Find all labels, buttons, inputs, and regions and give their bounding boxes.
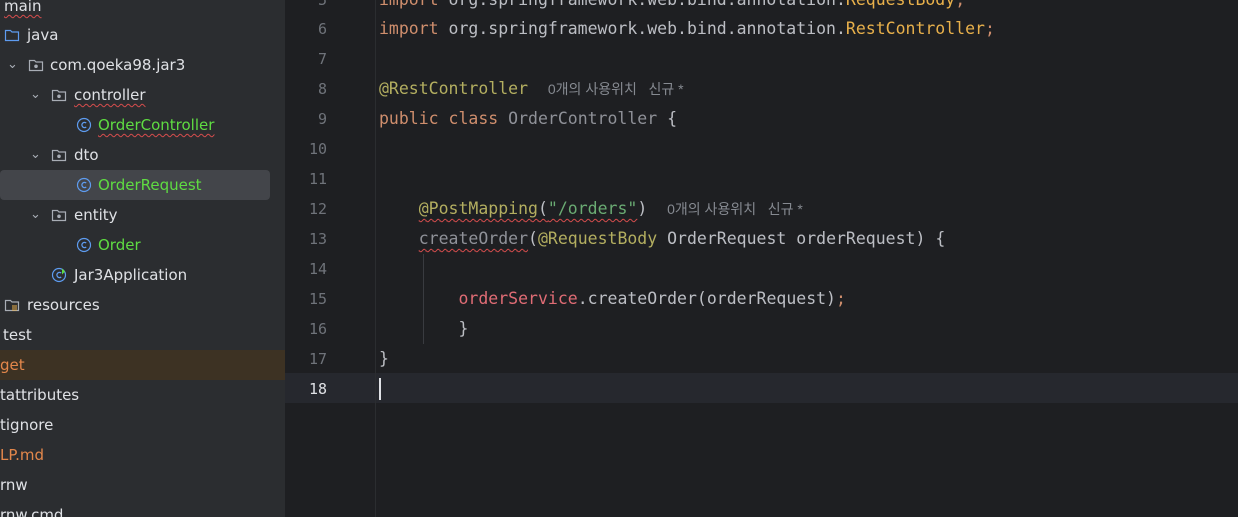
line-number: 8 bbox=[317, 80, 327, 98]
gutter-divider bbox=[375, 0, 376, 517]
line-number: 6 bbox=[317, 20, 327, 38]
tree-item-label: rnw bbox=[0, 476, 28, 494]
tree-item-entity[interactable]: ⌄ entity bbox=[0, 200, 285, 230]
current-line-highlight bbox=[285, 373, 1238, 403]
tree-item-label: entity bbox=[74, 206, 118, 224]
project-tree-panel: main java ⌄ com.qoeka98.jar3 ⌄ controlle… bbox=[0, 0, 285, 517]
source-folder-icon bbox=[4, 29, 20, 42]
tree-item-package-root[interactable]: ⌄ com.qoeka98.jar3 bbox=[0, 50, 285, 80]
new-author-hint[interactable]: 신규 * bbox=[768, 201, 803, 217]
tree-item-label: tattributes bbox=[0, 386, 80, 404]
tree-item-jar3application[interactable]: Jar3Application bbox=[0, 260, 285, 290]
tree-item-gitignore[interactable]: tignore bbox=[0, 410, 285, 440]
tree-item-label: LP.md bbox=[0, 446, 44, 464]
tree-item-controller[interactable]: ⌄ controller bbox=[0, 80, 285, 110]
spring-boot-class-icon bbox=[51, 267, 67, 283]
code-line-6[interactable]: import org.springframework.web.bind.anno… bbox=[379, 14, 995, 44]
line-number: 9 bbox=[317, 110, 327, 128]
code-line-17[interactable]: } bbox=[379, 344, 389, 374]
tree-item-label: get bbox=[0, 356, 25, 374]
tree-item-label: main bbox=[4, 0, 42, 15]
code-line-16[interactable]: } bbox=[379, 314, 468, 344]
tree-item-java[interactable]: java bbox=[0, 20, 285, 50]
chevron-down-icon[interactable]: ⌄ bbox=[30, 140, 41, 170]
line-number: 5 bbox=[317, 0, 327, 9]
tree-item-gitattributes[interactable]: tattributes bbox=[0, 380, 285, 410]
class-icon bbox=[76, 177, 92, 193]
tree-item-label: test bbox=[3, 326, 32, 344]
tree-item-target[interactable]: get bbox=[0, 350, 285, 380]
tree-item-label: controller bbox=[74, 86, 146, 104]
tree-item-help-md[interactable]: LP.md bbox=[0, 440, 285, 470]
tree-item-label: Jar3Application bbox=[74, 266, 188, 284]
tree-item-ordercontroller[interactable]: OrderController bbox=[0, 110, 285, 140]
code-line-15[interactable]: orderService.createOrder(orderRequest); bbox=[379, 284, 845, 314]
line-number: 15 bbox=[308, 290, 327, 308]
tree-item-label: resources bbox=[27, 296, 100, 314]
line-number: 7 bbox=[317, 50, 327, 68]
tree-item-resources[interactable]: resources bbox=[0, 290, 285, 320]
line-number: 16 bbox=[308, 320, 327, 338]
tree-item-mvnw-cmd[interactable]: rnw.cmd bbox=[0, 500, 285, 517]
line-number: 10 bbox=[308, 140, 327, 158]
tree-item-label: rnw.cmd bbox=[0, 506, 64, 517]
resources-folder-icon bbox=[4, 299, 20, 312]
line-number: 13 bbox=[308, 230, 327, 248]
tree-item-label: tignore bbox=[0, 416, 54, 434]
line-number-current: 18 bbox=[308, 380, 327, 398]
line-number: 12 bbox=[308, 200, 327, 218]
package-folder-icon bbox=[28, 59, 44, 72]
class-icon bbox=[76, 237, 92, 253]
line-number: 14 bbox=[308, 260, 327, 278]
package-folder-icon bbox=[51, 89, 67, 102]
code-line-12[interactable]: @PostMapping("/orders") 0개의 사용위치 신규 * bbox=[379, 194, 803, 224]
tree-item-orderrequest[interactable]: OrderRequest bbox=[0, 170, 270, 200]
package-folder-icon bbox=[51, 149, 67, 162]
text-caret bbox=[379, 378, 381, 400]
tree-item-mvnw[interactable]: rnw bbox=[0, 470, 285, 500]
chevron-down-icon[interactable]: ⌄ bbox=[7, 50, 18, 80]
chevron-down-icon[interactable]: ⌄ bbox=[30, 80, 41, 110]
package-folder-icon bbox=[51, 209, 67, 222]
line-number: 11 bbox=[308, 170, 327, 188]
tree-item-order[interactable]: Order bbox=[0, 230, 285, 260]
usages-hint[interactable]: 0개의 사용위치 bbox=[667, 201, 756, 217]
code-line-8[interactable]: @RestController 0개의 사용위치 신규 * bbox=[379, 74, 684, 104]
tree-item-main[interactable]: main bbox=[0, 0, 285, 21]
tree-item-label: com.qoeka98.jar3 bbox=[50, 56, 186, 74]
usages-hint[interactable]: 0개의 사용위치 bbox=[548, 81, 637, 97]
class-icon bbox=[76, 117, 92, 133]
new-author-hint[interactable]: 신규 * bbox=[649, 81, 684, 97]
tree-item-label: dto bbox=[74, 146, 99, 164]
tree-item-label: java bbox=[27, 26, 59, 44]
tree-item-label: Order bbox=[98, 236, 141, 254]
line-number: 17 bbox=[308, 350, 327, 368]
chevron-down-icon[interactable]: ⌄ bbox=[30, 200, 41, 230]
tree-item-test[interactable]: test bbox=[0, 320, 285, 350]
tree-item-dto[interactable]: ⌄ dto bbox=[0, 140, 285, 170]
code-line-5[interactable]: import org.springframework.web.bind.anno… bbox=[379, 0, 965, 15]
code-line-13[interactable]: createOrder(@RequestBody OrderRequest or… bbox=[379, 224, 946, 254]
tree-item-label: OrderRequest bbox=[98, 176, 202, 194]
tree-item-label: OrderController bbox=[98, 116, 215, 134]
code-line-9[interactable]: public class OrderController { bbox=[379, 104, 677, 134]
